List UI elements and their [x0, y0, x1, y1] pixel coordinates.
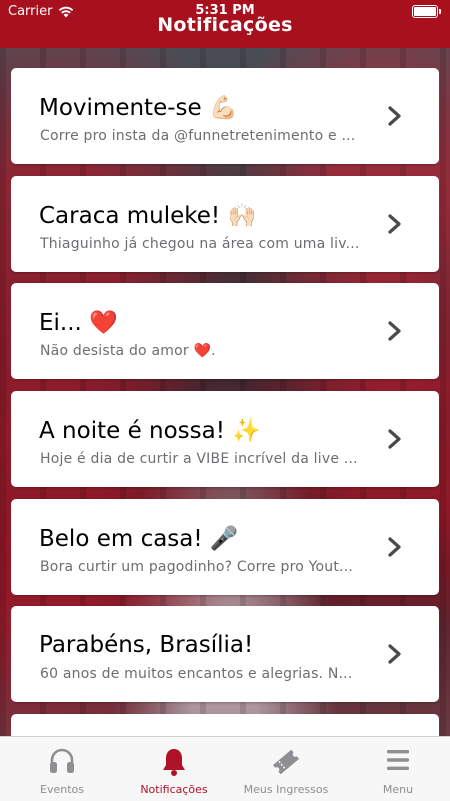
notification-title: Belo em casa! 🎤	[39, 526, 239, 552]
notification-subtitle: Bora curtir um pagodinho? Corre pro Yout…	[40, 559, 353, 575]
page-title: Notificações	[157, 14, 293, 36]
ticket-icon	[272, 749, 300, 775]
notification-row[interactable]: Caraca muleke! 🙌🏻 Thiaguinho já chegou n…	[11, 176, 439, 272]
chevron-right-icon	[388, 429, 401, 449]
notification-row[interactable]: Belo em casa! 🎤 Bora curtir um pagodinho…	[11, 499, 439, 595]
tab-label: Meus Ingressos	[243, 783, 329, 796]
notification-subtitle: Thiaguinho já chegou na área com uma liv…	[40, 236, 360, 252]
notification-row[interactable]: Movimente-se 💪🏻 Corre pro insta da @funn…	[11, 68, 439, 164]
tab-label: Notificações	[140, 783, 208, 796]
notification-row[interactable]	[11, 714, 439, 738]
tab-menu[interactable]: Menu	[342, 737, 450, 801]
chevron-right-icon	[388, 214, 401, 234]
notification-subtitle: Não desista do amor ❤️.	[40, 343, 216, 359]
chevron-right-icon	[388, 537, 401, 557]
notification-title: Movimente-se 💪🏻	[39, 95, 238, 121]
notification-subtitle: Corre pro insta da @funnetretenimento e …	[40, 128, 356, 144]
notification-row[interactable]: Parabéns, Brasília! 60 anos de muitos en…	[11, 606, 439, 702]
notification-title: Caraca muleke! 🙌🏻	[39, 203, 257, 229]
bell-icon	[163, 749, 185, 776]
notification-title: Parabéns, Brasília!	[39, 632, 254, 658]
notification-subtitle: Hoje é dia de curtir a VIBE incrível da …	[40, 451, 358, 467]
tab-bar: Eventos Notificações Meus Ingressos Menu	[0, 736, 450, 801]
tab-label: Menu	[382, 783, 414, 796]
notification-title: Ei... ❤️	[39, 310, 118, 336]
menu-icon	[387, 750, 409, 770]
notification-row[interactable]: A noite é nossa! ✨ Hoje é dia de curtir …	[11, 391, 439, 487]
tab-notificacoes[interactable]: Notificações	[118, 737, 230, 801]
chevron-right-icon	[388, 644, 401, 664]
notification-subtitle: 60 anos de muitos encantos e alegrias. N…	[40, 666, 353, 682]
status-and-navigation-bar: Carrier 5:31 PM Notificações	[0, 0, 450, 48]
chevron-right-icon	[388, 106, 401, 126]
notification-title: A noite é nossa! ✨	[39, 418, 261, 444]
tab-label: Eventos	[40, 783, 84, 796]
headphones-icon	[50, 748, 74, 773]
tab-eventos[interactable]: Eventos	[6, 737, 118, 801]
tab-meus-ingressos[interactable]: Meus Ingressos	[230, 737, 342, 801]
notification-row[interactable]: Ei... ❤️ Não desista do amor ❤️.	[11, 283, 439, 379]
chevron-right-icon	[388, 321, 401, 341]
notifications-list[interactable]: Movimente-se 💪🏻 Corre pro insta da @funn…	[11, 68, 439, 738]
